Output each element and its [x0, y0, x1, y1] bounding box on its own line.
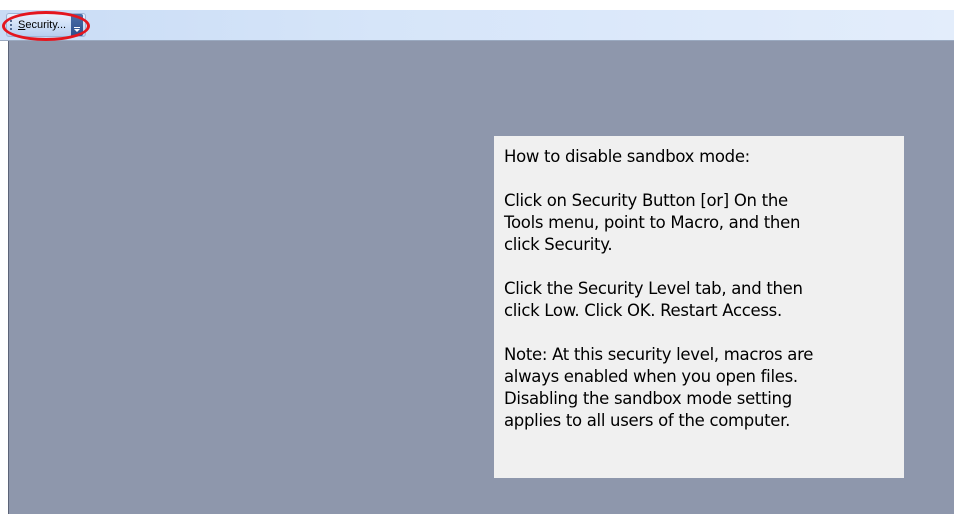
note-step2-line: Click the Security Level tab, and then — [504, 279, 803, 298]
note-step1-line: Click on Security Button [or] On the — [504, 191, 788, 210]
note-warning-line: Disabling the sandbox mode setting — [504, 389, 792, 408]
note-title: How to disable sandbox mode: — [504, 147, 750, 166]
note-step2-paragraph: Click the Security Level tab, and then c… — [504, 278, 894, 322]
note-step1-line: Tools menu, point to Macro, and then — [504, 213, 801, 232]
security-button[interactable]: Security... — [15, 16, 69, 34]
sandbox-instructions-note: How to disable sandbox mode: Click on Se… — [494, 136, 904, 478]
toolbar-overflow-chevron-icon[interactable] — [71, 14, 84, 36]
access-window: Security... How to disable sandbox mode:… — [0, 0, 954, 514]
note-title-paragraph: How to disable sandbox mode: — [504, 146, 894, 168]
toolbar-strip — [0, 10, 954, 41]
security-button-label: ecurity... — [25, 19, 67, 31]
note-step1-paragraph: Click on Security Button [or] On the Too… — [504, 190, 894, 256]
toolbar-grip-handle[interactable] — [9, 19, 13, 31]
note-step2-line: click Low. Click OK. Restart Access. — [504, 301, 782, 320]
note-warning-line: applies to all users of the computer. — [504, 411, 791, 430]
note-step1-line: click Security. — [504, 235, 613, 254]
note-warning-line: Note: At this security level, macros are — [504, 345, 814, 364]
note-warning-paragraph: Note: At this security level, macros are… — [504, 344, 894, 432]
security-toolbar: Security... — [6, 13, 87, 37]
note-warning-line: always enabled when you open files. — [504, 367, 798, 386]
